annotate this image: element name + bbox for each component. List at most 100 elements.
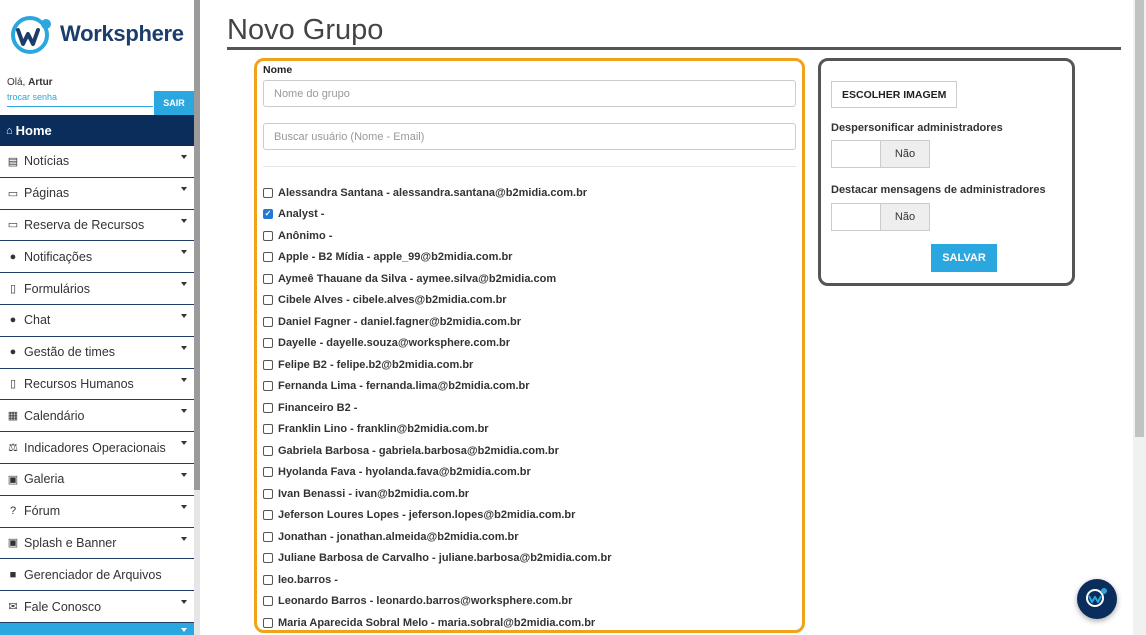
- chevron-down-icon[interactable]: [181, 155, 187, 159]
- user-search-input[interactable]: Buscar usuário (Nome - Email): [263, 123, 796, 150]
- checkbox[interactable]: [263, 230, 273, 241]
- nav-item-notificacoes[interactable]: ● Notificações: [0, 241, 194, 274]
- user-option[interactable]: Alessandra Santana - alessandra.santana@…: [263, 182, 802, 204]
- chevron-down-icon[interactable]: [181, 218, 187, 223]
- checkbox[interactable]: [263, 252, 273, 263]
- checkbox[interactable]: [263, 295, 273, 306]
- nav-item-gerenciador-de-arquivos[interactable]: ■ Gerenciador de Arquivos: [0, 559, 194, 592]
- user-option[interactable]: Leonardo Barros - leonardo.barros@worksp…: [263, 591, 802, 613]
- checkbox[interactable]: [263, 510, 273, 521]
- nav-item-configuracoes[interactable]: [0, 622, 194, 635]
- nav-item-galeria[interactable]: ▣ Galeria: [0, 463, 194, 496]
- checkbox[interactable]: [263, 574, 273, 585]
- nav-item-calendario[interactable]: ▦ Calendário: [0, 400, 194, 433]
- user-option[interactable]: Apple - B2 Mídia - apple_99@b2midia.com.…: [263, 247, 802, 269]
- choose-image-button[interactable]: ESCOLHER IMAGEM: [831, 81, 958, 108]
- user-option-label: Franklin Lino - franklin@b2midia.com.br: [278, 423, 489, 436]
- chevron-down-icon: [181, 627, 187, 632]
- checkbox[interactable]: [263, 531, 273, 542]
- user-option[interactable]: ✓ Analyst -: [263, 204, 802, 226]
- nav-item-fale-conosco[interactable]: ✉ Fale Conosco: [0, 591, 194, 623]
- depersonalize-toggle[interactable]: Não: [831, 140, 930, 168]
- user-option[interactable]: Gabriela Barbosa - gabriela.barbosa@b2mi…: [263, 440, 802, 462]
- user-option[interactable]: Maria Aparecida Sobral Melo - maria.sobr…: [263, 612, 802, 630]
- nav-item-label: Fale Conosco: [24, 599, 102, 614]
- user-option-label: Jonathan - jonathan.almeida@b2midia.com.…: [278, 530, 519, 543]
- nav-item-paginas[interactable]: ▭ Páginas: [0, 177, 194, 210]
- nav-item-label: Recursos Humanos: [24, 376, 134, 391]
- checkbox[interactable]: [263, 402, 273, 413]
- logout-button[interactable]: SAIR: [154, 91, 194, 115]
- checkbox[interactable]: [263, 424, 273, 435]
- toggle-off-area[interactable]: [832, 141, 880, 167]
- group-members-panel: Nome Nome do grupo Buscar usuário (Nome …: [254, 58, 805, 633]
- checkbox[interactable]: [263, 617, 273, 628]
- save-button[interactable]: SALVAR: [931, 244, 997, 272]
- brand-logo[interactable]: Worksphere: [10, 14, 184, 54]
- chevron-down-icon[interactable]: [181, 536, 187, 541]
- chevron-down-icon[interactable]: [181, 472, 187, 477]
- checkbox[interactable]: [263, 596, 273, 607]
- chevron-down-icon[interactable]: [181, 186, 187, 191]
- checkbox[interactable]: [263, 445, 273, 456]
- user-option[interactable]: Franklin Lino - franklin@b2midia.com.br: [263, 419, 802, 441]
- nav-item-label: Splash e Banner: [24, 535, 117, 550]
- user-option[interactable]: leo.barros -: [263, 569, 802, 591]
- nav-item-splash-e-banner[interactable]: ▣ Splash e Banner: [0, 527, 194, 560]
- checkbox[interactable]: [263, 187, 273, 198]
- chevron-down-icon[interactable]: [181, 313, 187, 318]
- user-option[interactable]: Anônimo -: [263, 225, 802, 247]
- checkbox[interactable]: [263, 316, 273, 327]
- nav-item-formularios[interactable]: ▯ Formulários: [0, 273, 194, 305]
- checkbox[interactable]: [263, 467, 273, 478]
- checkbox[interactable]: [263, 273, 273, 284]
- chevron-down-icon[interactable]: [181, 250, 187, 255]
- user-option[interactable]: Dayelle - dayelle.souza@worksphere.com.b…: [263, 333, 802, 355]
- page-scrollbar-thumb[interactable]: [1135, 0, 1144, 437]
- change-password-link[interactable]: trocar senha: [7, 92, 153, 107]
- page-scrollbar[interactable]: [1133, 0, 1146, 635]
- checkbox[interactable]: [263, 338, 273, 349]
- nav-item-home[interactable]: ⌂ Home: [0, 115, 194, 146]
- user-option[interactable]: Felipe B2 - felipe.b2@b2midia.com.br: [263, 354, 802, 376]
- checkbox[interactable]: [263, 359, 273, 370]
- toggle-off-area[interactable]: [832, 204, 880, 230]
- nav-item-gestao-de-times[interactable]: ● Gestão de times: [0, 336, 194, 369]
- nav-item-chat[interactable]: ● Chat: [0, 304, 194, 337]
- user-option[interactable]: Ivan Benassi - ivan@b2midia.com.br: [263, 483, 802, 505]
- checkbox[interactable]: [263, 381, 273, 392]
- nav-item-noticias[interactable]: ▤ Notícias: [0, 146, 194, 178]
- chevron-down-icon[interactable]: [181, 282, 187, 287]
- user-option[interactable]: Cibele Alves - cibele.alves@b2midia.com.…: [263, 290, 802, 312]
- user-option-label: Aymeê Thauane da Silva - aymee.silva@b2m…: [278, 272, 557, 285]
- checkbox[interactable]: [263, 488, 273, 499]
- nav-item-forum[interactable]: ? Fórum: [0, 495, 194, 528]
- nav-item-reserva-de-recursos[interactable]: ▭ Reserva de Recursos: [0, 209, 194, 242]
- user-option[interactable]: Fernanda Lima - fernanda.lima@b2midia.co…: [263, 376, 802, 398]
- user-option-label: Daniel Fagner - daniel.fagner@b2midia.co…: [278, 315, 521, 328]
- group-name-input[interactable]: Nome do grupo: [263, 80, 796, 107]
- chevron-down-icon[interactable]: [181, 504, 187, 509]
- chevron-down-icon[interactable]: [181, 409, 187, 414]
- chat-launcher-button[interactable]: [1077, 579, 1117, 619]
- user-option[interactable]: Hyolanda Fava - hyolanda.fava@b2midia.co…: [263, 462, 802, 484]
- chevron-down-icon[interactable]: [181, 345, 187, 350]
- nav-item-recursos-humanos[interactable]: ▯ Recursos Humanos: [0, 368, 194, 401]
- main-nav: ⌂ Home ▤ Notícias ▭ Páginas ▭ Reserva de Recu…: [0, 115, 194, 635]
- checkbox[interactable]: [263, 553, 273, 564]
- nav-item-indicadores-operacionais[interactable]: ⚖ Indicadores Operacionais: [0, 432, 194, 464]
- user-option[interactable]: Juliane Barbosa de Carvalho - juliane.ba…: [263, 548, 802, 570]
- user-option[interactable]: Jonathan - jonathan.almeida@b2midia.com.…: [263, 526, 802, 548]
- user-option[interactable]: Financeiro B2 -: [263, 397, 802, 419]
- user-option[interactable]: Jeferson Loures Lopes - jeferson.lopes@b…: [263, 505, 802, 527]
- user-option-label: Juliane Barbosa de Carvalho - juliane.ba…: [278, 552, 612, 565]
- checkbox-checked[interactable]: ✓: [263, 209, 273, 220]
- sidebar-scrollbar-thumb[interactable]: [194, 0, 200, 490]
- chevron-down-icon[interactable]: [181, 441, 187, 446]
- chevron-down-icon[interactable]: [181, 377, 187, 382]
- chevron-down-icon[interactable]: [181, 600, 187, 605]
- user-option[interactable]: Daniel Fagner - daniel.fagner@b2midia.co…: [263, 311, 802, 333]
- sidebar-scrollbar[interactable]: [194, 0, 200, 635]
- user-option[interactable]: Aymeê Thauane da Silva - aymee.silva@b2m…: [263, 268, 802, 290]
- highlight-messages-toggle[interactable]: Não: [831, 203, 930, 231]
